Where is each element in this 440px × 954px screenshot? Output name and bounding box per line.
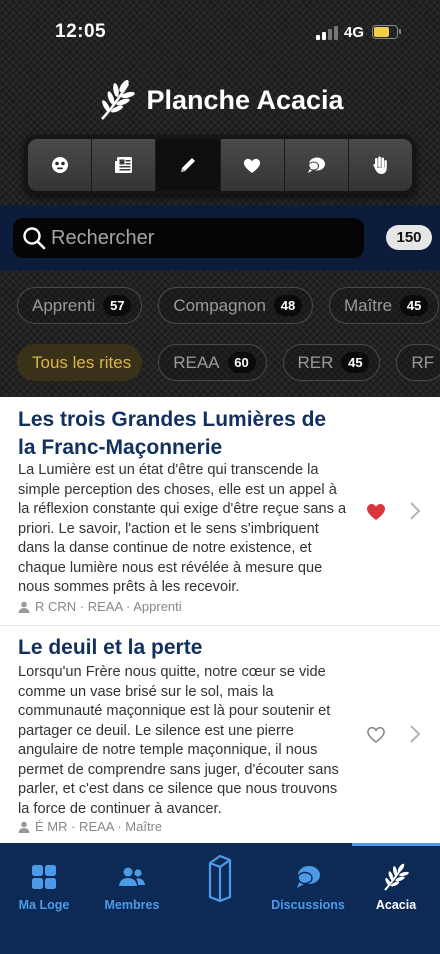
filter-chip-rer[interactable]: RER 45 [282, 344, 381, 381]
toolbar-chat-button[interactable] [284, 139, 349, 191]
smiley-icon [51, 157, 68, 173]
article-excerpt: La Lumière est un état d'être qui transc… [18, 462, 347, 595]
filter-chip-compagnon[interactable]: Compagnon 48 [158, 287, 313, 324]
grade-filter-row: Apprenti 57 Compagnon 48 Maître 45 [0, 287, 440, 327]
chip-label: RER [297, 352, 334, 372]
chip-count: 60 [227, 352, 256, 373]
status-time: 12:05 [55, 21, 107, 42]
tab-membres[interactable]: Membres [88, 843, 176, 923]
filter-chip-rf[interactable]: RF [396, 344, 440, 381]
search-input[interactable] [51, 226, 351, 250]
app-title: Planche Acacia [146, 84, 344, 115]
battery-icon [372, 25, 401, 39]
tab-label: Discussions [271, 898, 345, 912]
toolbar-pencil-button[interactable] [156, 139, 221, 191]
toolbar-smiley-button[interactable] [28, 139, 93, 191]
tab-label: Ma Loge [18, 898, 70, 912]
chip-label: Compagnon [173, 295, 266, 315]
search-icon [23, 227, 46, 250]
chip-count: 48 [273, 295, 302, 316]
tab-discussions[interactable]: Discussions [264, 843, 352, 923]
toolbar-heart-button[interactable] [220, 139, 285, 191]
chip-label: Maître [343, 295, 393, 315]
tab-acacia[interactable]: Acacia [352, 843, 440, 923]
article-meta-text: É MR · REAA · Maître [35, 819, 163, 834]
article-meta: R CRN · REAA · Apprenti [18, 599, 182, 614]
results-count-badge: 150 [386, 225, 432, 250]
newspaper-icon [114, 157, 132, 173]
network-type: 4G [344, 24, 365, 41]
signal-icon [316, 26, 338, 40]
section-toolbar [24, 135, 416, 195]
chip-count: 57 [103, 295, 132, 316]
person-icon [18, 601, 30, 613]
filter-chip-reaa[interactable]: REAA 60 [158, 344, 267, 381]
pencil-icon [180, 158, 195, 172]
favorite-heart-outline-icon[interactable] [365, 724, 387, 744]
chip-label: Tous les rites [32, 352, 132, 372]
heart-icon [244, 158, 261, 173]
chevron-right-icon[interactable] [409, 724, 421, 744]
tab-label: Acacia [375, 898, 417, 912]
article-title: Le deuil et la perte [18, 636, 203, 659]
article-meta: É MR · REAA · Maître [18, 819, 162, 834]
filter-chip-maitre[interactable]: Maître 45 [328, 287, 440, 324]
acacia-icon [384, 863, 409, 891]
article-title: Les trois Grandes Lumières de la Franc-M… [18, 408, 327, 459]
chip-count: 45 [341, 352, 370, 373]
tab-ma-loge[interactable]: Ma Loge [0, 843, 88, 923]
hand-icon [373, 156, 388, 174]
article-meta-text: R CRN · REAA · Apprenti [35, 599, 182, 614]
chevron-right-icon[interactable] [409, 501, 421, 521]
article-list: Les trois Grandes Lumières de la Franc-M… [0, 397, 440, 843]
acacia-logo-icon [101, 80, 136, 120]
chip-label: Apprenti [32, 295, 96, 315]
pillar-icon[interactable] [204, 853, 236, 903]
grid-icon [32, 865, 56, 889]
header-background [0, 0, 440, 397]
members-icon [119, 867, 145, 886]
article-excerpt: Lorsqu'un Frère nous quitte, notre cœur … [18, 664, 339, 817]
filter-chip-all-rites[interactable]: Tous les rites [17, 344, 143, 381]
tab-label: Membres [104, 898, 160, 912]
app-header: Planche Acacia [0, 78, 440, 122]
chat-icon [308, 157, 326, 173]
person-icon [18, 821, 30, 833]
chip-label: RF [411, 352, 435, 372]
article-card[interactable]: Le deuil et la perte Lorsqu'un Frère nou… [0, 626, 440, 843]
rite-filter-row: Tous les rites REAA 60 RER 45 RF [0, 344, 440, 384]
chip-label: REAA [173, 352, 220, 372]
search-field[interactable] [13, 218, 364, 258]
discussions-icon [297, 866, 320, 888]
filter-chip-apprenti[interactable]: Apprenti 57 [17, 287, 143, 324]
chip-count: 45 [400, 295, 429, 316]
toolbar-hand-button[interactable] [348, 139, 413, 191]
toolbar-newspaper-button[interactable] [92, 139, 157, 191]
article-card[interactable]: Les trois Grandes Lumières de la Franc-M… [0, 397, 440, 626]
favorite-heart-filled-icon[interactable] [365, 501, 387, 521]
